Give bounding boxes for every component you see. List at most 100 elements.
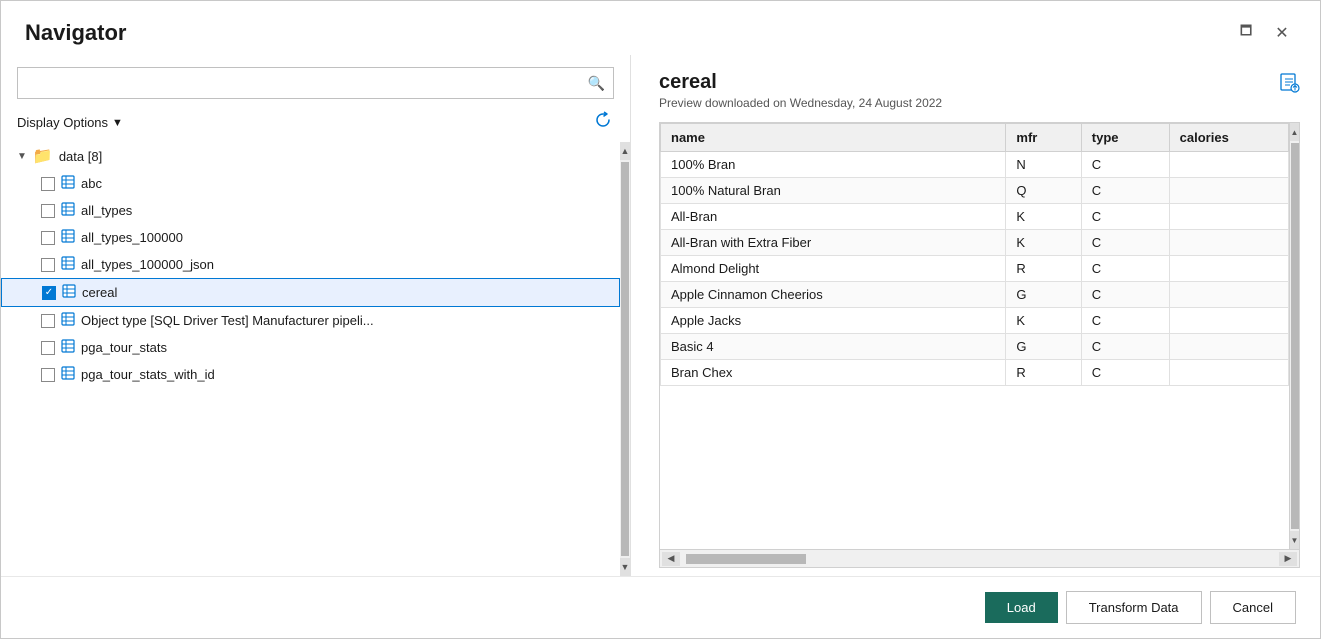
cell-name: All-Bran with Extra Fiber bbox=[661, 230, 1006, 256]
table-item-label-object-type: Object type [SQL Driver Test] Manufactur… bbox=[81, 313, 374, 328]
checkbox-all-types[interactable] bbox=[41, 204, 55, 218]
table-item-label-all-types-100000-json: all_types_100000_json bbox=[81, 257, 214, 272]
cell-name: Bran Chex bbox=[661, 360, 1006, 386]
col-header-mfr: mfr bbox=[1006, 124, 1081, 152]
table-row: Basic 4GC bbox=[661, 334, 1289, 360]
table-item-abc[interactable]: abc bbox=[1, 170, 620, 197]
cell-mfr: G bbox=[1006, 334, 1081, 360]
table-header-row: name mfr type calories bbox=[661, 124, 1289, 152]
cell-mfr: Q bbox=[1006, 178, 1081, 204]
checkbox-all-types-100000-json[interactable] bbox=[41, 258, 55, 272]
checkbox-pga-tour-stats-with-id[interactable] bbox=[41, 368, 55, 382]
preview-title-area: cereal Preview downloaded on Wednesday, … bbox=[659, 71, 942, 110]
table-row: Apple JacksKC bbox=[661, 308, 1289, 334]
table-item-pga-tour-stats-with-id[interactable]: pga_tour_stats_with_id bbox=[1, 361, 620, 388]
scroll-up-button[interactable]: ▲ bbox=[620, 142, 630, 160]
cell-name: 100% Bran bbox=[661, 152, 1006, 178]
table-with-scrollbar: name mfr type calories 100% BranNC100% N… bbox=[660, 123, 1299, 549]
refresh-button[interactable] bbox=[592, 109, 614, 136]
table-item-pga-tour-stats[interactable]: pga_tour_stats bbox=[1, 334, 620, 361]
table-scroll-thumb[interactable] bbox=[1291, 143, 1299, 529]
search-icon: 🔍 bbox=[588, 75, 605, 92]
preview-header: cereal Preview downloaded on Wednesday, … bbox=[659, 71, 1300, 110]
tree-area: ▼ 📁 data [8] abc bbox=[1, 142, 630, 576]
table-item-label-cereal: cereal bbox=[82, 285, 117, 300]
search-input[interactable] bbox=[26, 76, 588, 91]
display-options-button[interactable]: Display Options ▼ bbox=[17, 113, 123, 132]
cell-name: Almond Delight bbox=[661, 256, 1006, 282]
scroll-thumb[interactable] bbox=[621, 162, 629, 556]
display-options-row: Display Options ▼ bbox=[1, 109, 630, 136]
cell-name: Apple Cinnamon Cheerios bbox=[661, 282, 1006, 308]
preview-title: cereal bbox=[659, 71, 942, 94]
cancel-button[interactable]: Cancel bbox=[1210, 591, 1296, 624]
h-scroll-thumb[interactable] bbox=[686, 554, 806, 564]
checkbox-cereal[interactable]: ✓ bbox=[42, 286, 56, 300]
checkbox-pga-tour-stats[interactable] bbox=[41, 341, 55, 355]
table-icon bbox=[61, 175, 75, 192]
checkbox-all-types-100000[interactable] bbox=[41, 231, 55, 245]
content-area: 🔍 Display Options ▼ bbox=[1, 55, 1320, 576]
checkbox-object-type[interactable] bbox=[41, 314, 55, 328]
cell-type: C bbox=[1081, 204, 1169, 230]
table-icon bbox=[61, 366, 75, 383]
transform-data-button[interactable]: Transform Data bbox=[1066, 591, 1202, 624]
table-row: All-Bran with Extra FiberKC bbox=[661, 230, 1289, 256]
table-item-all-types-100000-json[interactable]: all_types_100000_json bbox=[1, 251, 620, 278]
table-item-label-pga-tour-stats: pga_tour_stats bbox=[81, 340, 167, 355]
cell-mfr: K bbox=[1006, 308, 1081, 334]
folder-icon: 📁 bbox=[33, 146, 53, 166]
restore-button[interactable]: 🗖 bbox=[1232, 19, 1260, 47]
table-item-label-abc: abc bbox=[81, 176, 102, 191]
folder-label: data [8] bbox=[59, 149, 102, 164]
tree-list: ▼ 📁 data [8] abc bbox=[1, 142, 620, 576]
close-button[interactable]: ✕ bbox=[1268, 19, 1296, 47]
right-panel: cereal Preview downloaded on Wednesday, … bbox=[631, 55, 1320, 576]
table-row: 100% BranNC bbox=[661, 152, 1289, 178]
table-row: All-BranKC bbox=[661, 204, 1289, 230]
triangle-icon: ▼ bbox=[17, 151, 27, 162]
col-header-name: name bbox=[661, 124, 1006, 152]
cell-mfr: G bbox=[1006, 282, 1081, 308]
h-scroll-left-button[interactable]: ◀ bbox=[662, 552, 680, 566]
cell-type: C bbox=[1081, 308, 1169, 334]
cell-calories bbox=[1169, 204, 1288, 230]
left-panel-scrollbar[interactable]: ▲ ▼ bbox=[620, 142, 630, 576]
table-item-label-pga-tour-stats-with-id: pga_tour_stats_with_id bbox=[81, 367, 215, 382]
preview-subtitle: Preview downloaded on Wednesday, 24 Augu… bbox=[659, 96, 942, 110]
cell-calories bbox=[1169, 152, 1288, 178]
table-icon bbox=[61, 339, 75, 356]
load-button[interactable]: Load bbox=[985, 592, 1058, 623]
cell-type: C bbox=[1081, 282, 1169, 308]
display-options-label: Display Options bbox=[17, 115, 108, 130]
table-body: 100% BranNC100% Natural BranQCAll-BranKC… bbox=[661, 152, 1289, 386]
table-item-object-type[interactable]: Object type [SQL Driver Test] Manufactur… bbox=[1, 307, 620, 334]
table-item-all-types[interactable]: all_types bbox=[1, 197, 620, 224]
cell-name: 100% Natural Bran bbox=[661, 178, 1006, 204]
table-item-all-types-100000[interactable]: all_types_100000 bbox=[1, 224, 620, 251]
table-icon bbox=[61, 256, 75, 273]
right-panel-scrollbar[interactable]: ▲ ▼ bbox=[1289, 123, 1299, 549]
table-row: Apple Cinnamon CheeriosGC bbox=[661, 282, 1289, 308]
cell-calories bbox=[1169, 178, 1288, 204]
table-icon bbox=[61, 229, 75, 246]
h-scroll-right-button[interactable]: ▶ bbox=[1279, 552, 1297, 566]
search-bar: 🔍 bbox=[17, 67, 614, 99]
cell-type: C bbox=[1081, 360, 1169, 386]
cell-calories bbox=[1169, 360, 1288, 386]
cell-name: Apple Jacks bbox=[661, 308, 1006, 334]
data-table: name mfr type calories 100% BranNC100% N… bbox=[660, 123, 1289, 386]
preview-export-button[interactable] bbox=[1278, 71, 1300, 98]
table-item-cereal[interactable]: ✓ cereal bbox=[1, 278, 620, 307]
cell-mfr: K bbox=[1006, 204, 1081, 230]
cell-type: C bbox=[1081, 334, 1169, 360]
table-scroll-down-button[interactable]: ▼ bbox=[1290, 531, 1300, 549]
data-table-wrapper: name mfr type calories 100% BranNC100% N… bbox=[659, 122, 1300, 568]
table-icon bbox=[61, 312, 75, 329]
folder-item-data[interactable]: ▼ 📁 data [8] bbox=[1, 142, 620, 170]
checkbox-abc[interactable] bbox=[41, 177, 55, 191]
scroll-down-button[interactable]: ▼ bbox=[620, 558, 630, 576]
cell-calories bbox=[1169, 334, 1288, 360]
table-scroll-up-button[interactable]: ▲ bbox=[1290, 123, 1300, 141]
cell-type: C bbox=[1081, 178, 1169, 204]
